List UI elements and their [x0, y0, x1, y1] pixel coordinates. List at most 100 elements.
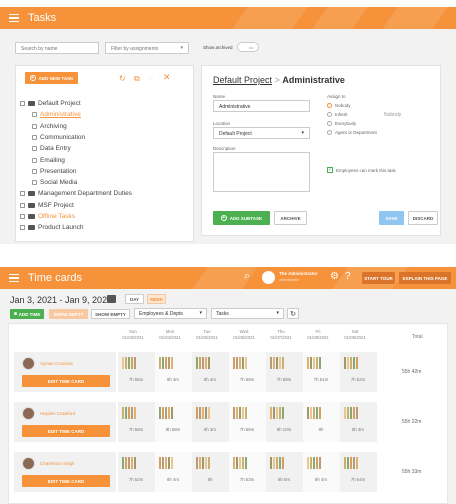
activity-bar [310, 407, 312, 419]
activity-bar [162, 457, 164, 469]
archived-toggle[interactable]: no [237, 42, 259, 52]
day-hours: 7h 54m [350, 477, 366, 482]
chevron-down-icon: ▾ [276, 310, 279, 316]
archive-button[interactable]: ARCHIVE [274, 211, 307, 225]
day-hours: 8h [207, 477, 213, 482]
activity-bar [242, 407, 244, 419]
expand-icon[interactable] [20, 202, 25, 208]
avatar [22, 357, 35, 370]
tree-item-label: Management Department Duties [38, 190, 132, 198]
add-new-task-button[interactable]: + ADD NEW TASK [25, 72, 78, 84]
plus-circle-icon: + [220, 215, 227, 221]
activity-bar [196, 457, 198, 469]
add-subtask-button[interactable]: + ADD SUBTASK [213, 211, 270, 225]
radio-icon [327, 103, 332, 108]
breadcrumb-parent[interactable]: Default Project [213, 75, 272, 85]
copy-icon[interactable]: ⧉ [134, 74, 140, 84]
explain-page-button[interactable]: EXPLAIN THIS PAGE [399, 272, 451, 284]
edit-time-card-button[interactable]: EDIT TIME CARD [22, 475, 110, 487]
close-icon[interactable]: ✕ [163, 72, 171, 83]
gear-icon[interactable]: ⚙ [330, 271, 339, 282]
day-hours: 7h 58m [128, 427, 144, 432]
task-icon [32, 157, 37, 163]
tree-item[interactable]: Archiving [32, 123, 67, 130]
expand-icon[interactable] [20, 225, 25, 231]
tree-item[interactable]: Social Media [32, 179, 77, 186]
discard-button[interactable]: DISCARD [408, 211, 438, 225]
activity-bar [273, 407, 275, 419]
tree-item[interactable]: Data Entry [32, 145, 71, 152]
search-icon[interactable]: ⌕ [244, 270, 250, 283]
filter-assignments-select[interactable]: Filter by assignments ▾ [105, 42, 189, 54]
tree-item[interactable]: Emailing [32, 157, 65, 164]
archive-icon[interactable]: ◌ [148, 73, 153, 82]
employees-mark-checkbox[interactable]: ✓ [327, 167, 333, 173]
refresh-icon[interactable]: ↻ [119, 74, 126, 83]
assign-radio[interactable]: Nobody [327, 103, 351, 108]
search-input[interactable]: Search by name [15, 42, 99, 54]
location-select[interactable]: Default Project ▾ [213, 127, 310, 139]
day-column-header: Sun 01/03/2021 [115, 329, 151, 341]
activity-bar [319, 357, 321, 369]
edit-time-card-button[interactable]: EDIT TIME CARD [22, 375, 110, 387]
activity-bar [159, 357, 161, 369]
activity-bar [171, 407, 173, 419]
description-field[interactable] [213, 152, 310, 192]
menu-icon[interactable] [9, 273, 19, 283]
tree-item[interactable]: Offline Tasks [20, 213, 75, 220]
radio-icon [327, 112, 332, 117]
activity-bar [273, 357, 275, 369]
tasks-select-value: Tasks [216, 311, 229, 317]
calendar-icon[interactable] [107, 295, 116, 303]
edit-time-card-button[interactable]: EDIT TIME CARD [22, 425, 110, 437]
show-archived-label: Show archived [203, 45, 233, 50]
tasks-select[interactable]: Tasks ▾ [211, 308, 284, 319]
save-button[interactable]: SAVE [379, 211, 404, 225]
activity-bar [236, 407, 238, 419]
tree-item[interactable]: Administrative [32, 111, 81, 118]
day-hours: 7h 58m [239, 377, 255, 382]
tree-item[interactable]: Product Launch [20, 224, 84, 231]
tree-item[interactable]: Default Project [20, 100, 81, 107]
show-deptt-button[interactable]: SHOW DEPTT [49, 309, 88, 319]
tree-item[interactable]: Communication [32, 134, 85, 141]
tree-item-label: Default Project [38, 100, 81, 107]
start-tour-button[interactable]: START TOUR [362, 272, 395, 284]
chevron-down-icon: ▾ [301, 130, 304, 136]
activity-bar [356, 407, 358, 419]
tree-item[interactable]: MSF Project [20, 202, 74, 209]
menu-icon[interactable] [9, 13, 19, 23]
assign-radio[interactable]: Inherit [327, 112, 348, 117]
page-title: Time cards [28, 272, 82, 284]
day-button[interactable]: DAY [125, 294, 144, 304]
activity-bar [347, 457, 349, 469]
assign-radio[interactable]: Everybody [327, 121, 356, 126]
activity-bar [131, 407, 133, 419]
tree-item-label: Administrative [40, 111, 81, 119]
expand-icon[interactable] [20, 101, 25, 106]
activity-bar [134, 457, 136, 469]
activity-bar [236, 357, 238, 369]
day-column-header: Wed 01/06/2021 [226, 329, 262, 341]
refresh-icon[interactable]: ↻ [287, 308, 299, 319]
activity-bar [131, 457, 133, 469]
avatar[interactable] [262, 271, 275, 284]
day-hours: 7h 51m [313, 377, 329, 382]
name-field[interactable]: Administrative [213, 100, 310, 112]
assign-radio[interactable]: Agent or Department [327, 130, 377, 135]
tree-item[interactable]: Management Department Duties [20, 190, 132, 197]
tree-item[interactable]: Presentation [32, 168, 77, 175]
help-icon[interactable]: ? [345, 271, 351, 282]
employee-name[interactable]: Ayman Coutinas [40, 361, 73, 366]
week-button[interactable]: WEEK [147, 294, 166, 304]
activity-bar [239, 407, 241, 419]
activity-bar [205, 407, 207, 419]
employee-name[interactable]: Charleston Singh [40, 461, 75, 466]
employees-select[interactable]: Employees & Depts ▾ [134, 308, 207, 319]
show-empty-button[interactable]: SHOW EMPTY [91, 309, 130, 319]
expand-icon[interactable] [20, 191, 25, 197]
employee-name[interactable]: Hayden Crawford [40, 411, 75, 416]
expand-icon[interactable] [20, 214, 25, 219]
add-time-button[interactable]: ⊕ ADD TIME [10, 309, 44, 319]
activity-bar [270, 357, 272, 369]
